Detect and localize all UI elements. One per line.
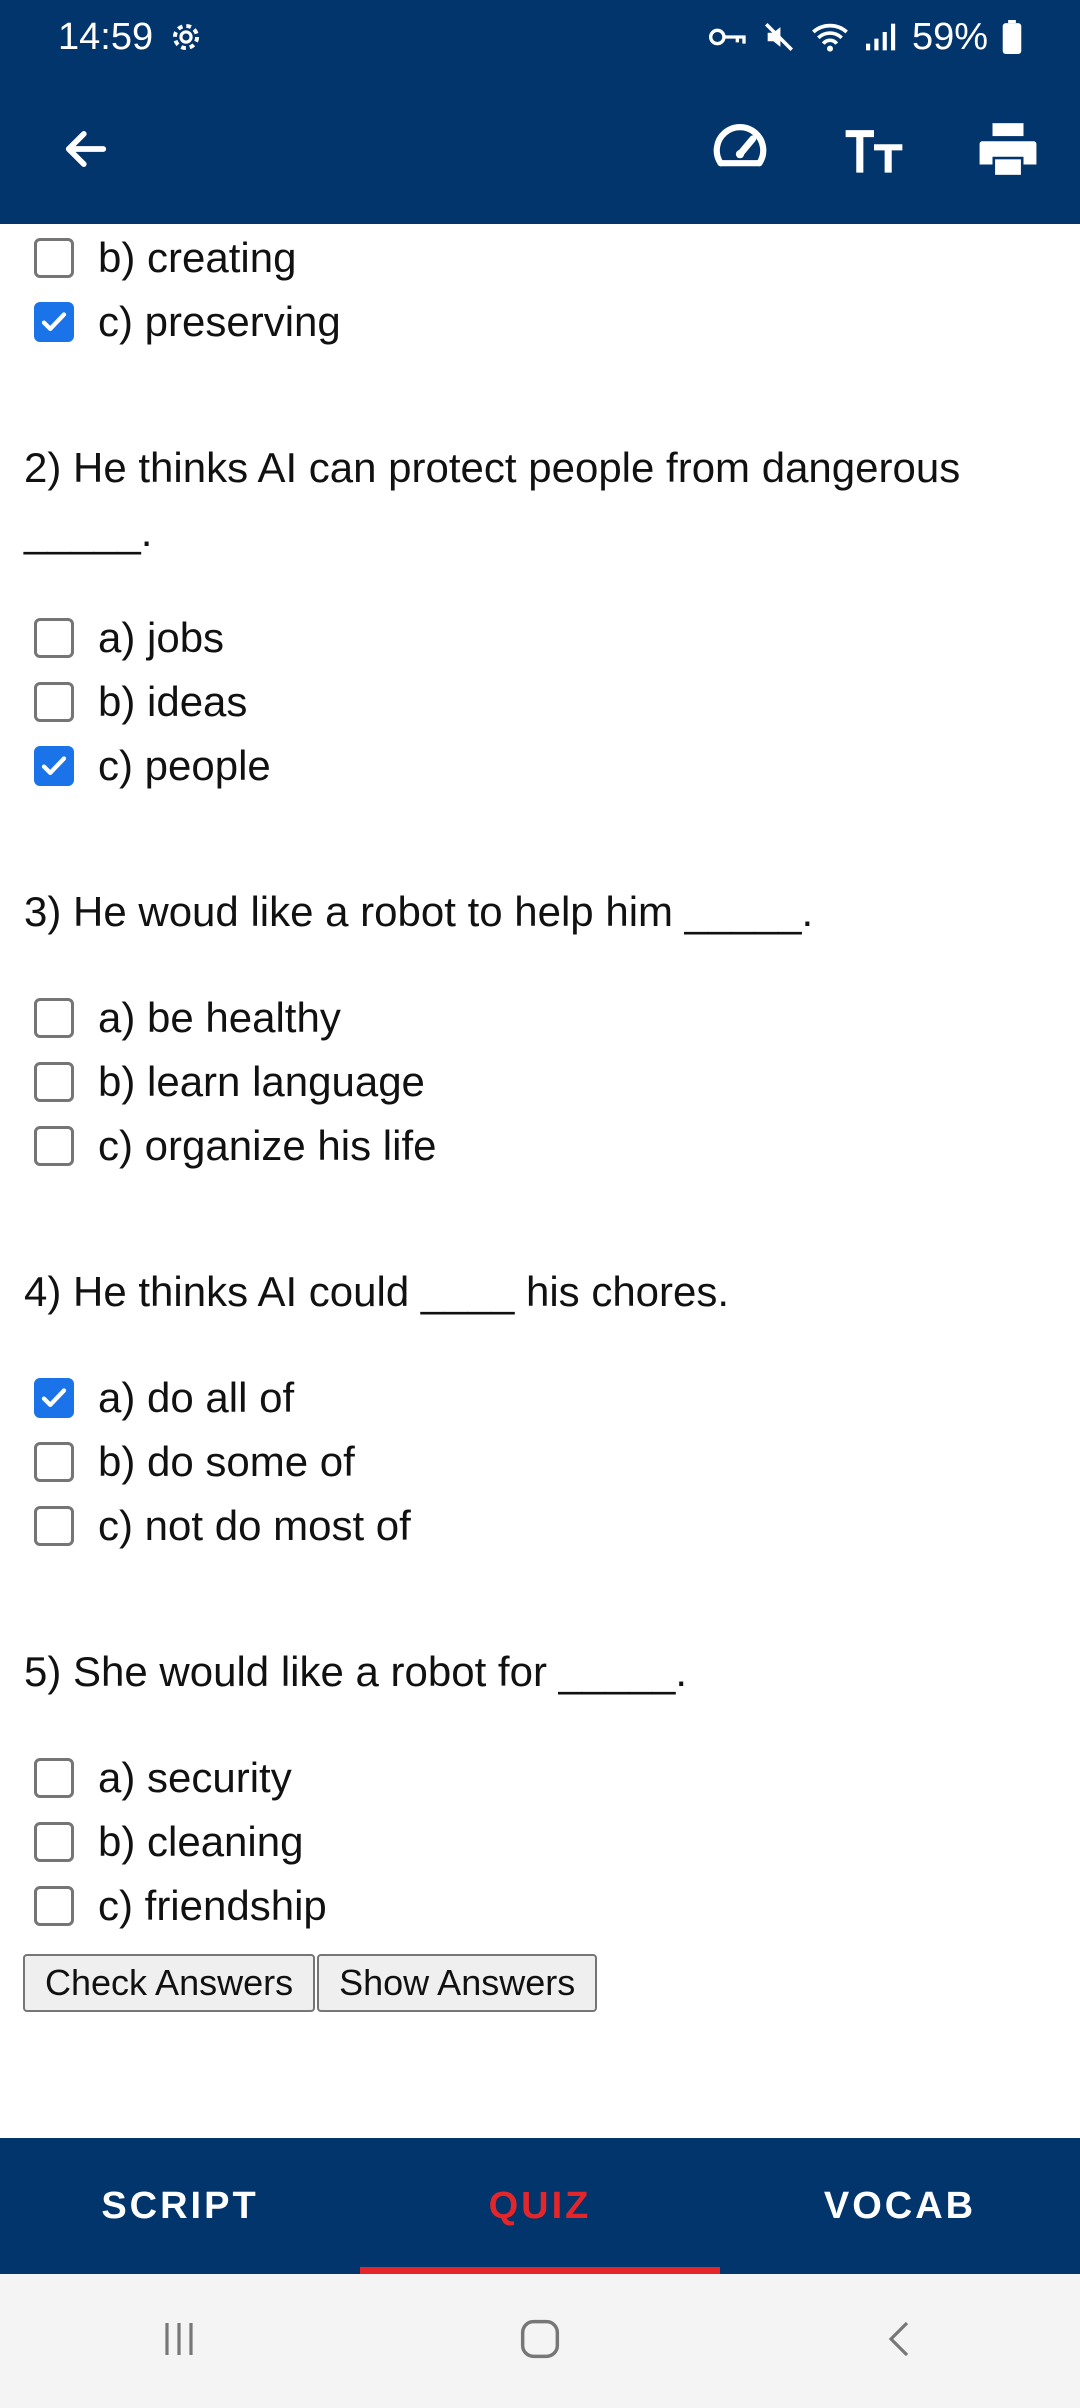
check-answers-button[interactable]: Check Answers [23, 1954, 316, 2012]
question-text: 4) He thinks AI could ____ his chores. [24, 1268, 730, 1315]
option-label: c) not do most of [98, 1502, 411, 1549]
answer-option[interactable]: c) friendship [0, 1874, 1080, 1938]
answer-option[interactable]: b) ideas [0, 670, 1080, 734]
bottom-tabs: SCRIPT QUIZ VOCAB [0, 2138, 1080, 2274]
back-button[interactable] [50, 113, 122, 185]
battery-icon [1002, 20, 1022, 54]
question-text: 2) He thinks AI can protect people from … [24, 444, 961, 555]
answer-option[interactable]: c) organize his life [0, 1114, 1080, 1178]
text-size-icon [845, 130, 903, 173]
tab-script[interactable]: SCRIPT [0, 2138, 360, 2274]
question-text: 3) He woud like a robot to help him ____… [24, 888, 814, 935]
option-label: b) ideas [98, 678, 248, 725]
answer-option[interactable]: a) do all of [0, 1366, 1080, 1430]
show-answers-button[interactable]: Show Answers [317, 1954, 598, 2012]
nav-back-button[interactable] [877, 2315, 925, 2368]
home-button[interactable] [514, 2313, 566, 2370]
checkbox-checked[interactable] [34, 746, 74, 786]
option-label: a) jobs [98, 614, 225, 661]
recents-icon [165, 2322, 193, 2355]
checkbox[interactable] [34, 238, 74, 278]
question-text: 5) She would like a robot for _____. [24, 1648, 688, 1695]
answer-option[interactable]: a) be healthy [0, 986, 1080, 1050]
print-button[interactable] [972, 113, 1044, 185]
vpn-key-icon [708, 28, 746, 46]
option-label: c) preserving [98, 298, 341, 345]
option-label: b) cleaning [98, 1818, 304, 1865]
status-bar: 14:59 59% [0, 0, 1080, 74]
checkbox[interactable] [34, 682, 74, 722]
option-label: c) people [98, 742, 271, 789]
signal-icon [865, 23, 896, 51]
checkbox[interactable] [34, 1442, 74, 1482]
back-arrow-icon [65, 131, 107, 167]
checkbox[interactable] [34, 1126, 74, 1166]
option-label: a) security [98, 1754, 292, 1801]
check-icon [41, 312, 67, 331]
battery-percent: 59% [911, 15, 988, 58]
answer-option[interactable]: c) people [0, 734, 1080, 798]
speed-icon [713, 124, 767, 167]
speed-button[interactable] [704, 113, 776, 185]
app-bar [0, 74, 1080, 224]
quiz-content[interactable]: a) copyingb) creatingc) preserving 2) He… [0, 224, 1080, 2138]
answer-option[interactable]: b) cleaning [0, 1810, 1080, 1874]
option-label: b) learn language [98, 1058, 425, 1105]
tab-quiz[interactable]: QUIZ [360, 2138, 720, 2274]
option-label: a) be healthy [98, 994, 341, 1041]
checkbox[interactable] [34, 1506, 74, 1546]
option-label: c) friendship [98, 1882, 327, 1929]
recents-button[interactable] [155, 2315, 203, 2368]
checkbox[interactable] [34, 1886, 74, 1926]
print-icon [979, 123, 1037, 175]
answer-option[interactable]: b) learn language [0, 1050, 1080, 1114]
option-label: a) do all of [98, 1374, 295, 1421]
answer-option[interactable]: c) not do most of [0, 1494, 1080, 1558]
mute-icon [764, 22, 793, 52]
question-block: 3) He woud like a robot to help him ____… [0, 880, 1080, 1178]
option-label: c) organize his life [98, 1122, 437, 1169]
answer-option[interactable]: b) creating [0, 226, 1080, 290]
question-block: 2) He thinks AI can protect people from … [0, 436, 1080, 798]
answer-option[interactable]: b) do some of [0, 1430, 1080, 1494]
question-block: 4) He thinks AI could ____ his chores. a)… [0, 1260, 1080, 1558]
previous-question-options: a) copyingb) creatingc) preserving [0, 224, 1080, 354]
settings-icon [173, 23, 200, 51]
checkbox[interactable] [34, 618, 74, 658]
checkbox[interactable] [34, 1822, 74, 1862]
option-label: b) do some of [98, 1438, 355, 1485]
clock: 14:59 [58, 15, 154, 58]
wifi-icon [812, 23, 848, 52]
header: 14:59 59% [0, 0, 1080, 224]
text-size-button[interactable] [838, 113, 910, 185]
system-nav-bar [0, 2274, 1080, 2408]
check-icon [41, 756, 67, 775]
checkbox-checked[interactable] [34, 302, 74, 342]
question-block: 5) She would like a robot for _____. a) s… [0, 1640, 1080, 1938]
tab-vocab[interactable]: VOCAB [720, 2138, 1080, 2274]
answer-option[interactable]: c) preserving [0, 290, 1080, 354]
checkbox[interactable] [34, 1758, 74, 1798]
option-label: b) creating [98, 234, 297, 281]
checkbox[interactable] [34, 1062, 74, 1102]
home-icon [520, 2319, 560, 2358]
answer-option[interactable]: a) jobs [0, 606, 1080, 670]
checkbox[interactable] [34, 998, 74, 1038]
check-icon [41, 1388, 67, 1407]
checkbox-checked[interactable] [34, 1378, 74, 1418]
nav-back-icon [888, 2321, 908, 2356]
answer-option[interactable]: a) security [0, 1746, 1080, 1810]
